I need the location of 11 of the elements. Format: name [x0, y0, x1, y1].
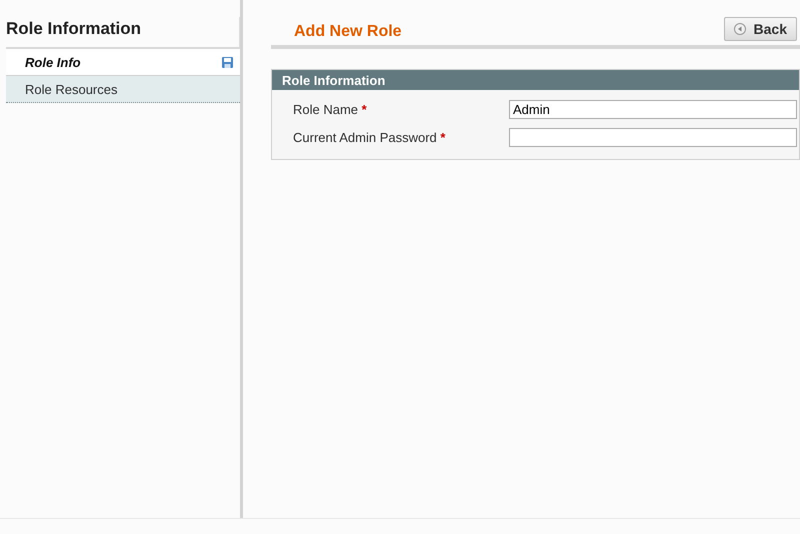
field-label: Current Admin Password	[293, 130, 437, 145]
section-header: Role Information	[272, 70, 799, 90]
page-title: Add New Role	[294, 22, 402, 40]
sidebar-tab[interactable]: Role Info	[6, 49, 240, 76]
input-field[interactable]: Admin	[509, 100, 797, 119]
required-mark: *	[362, 102, 367, 117]
sidebar-tab[interactable]: Role Resources	[6, 76, 240, 103]
input-field[interactable]	[509, 128, 797, 147]
field-label: Role Name	[293, 102, 358, 117]
back-button[interactable]: Back	[724, 17, 797, 41]
required-mark: *	[440, 130, 446, 145]
